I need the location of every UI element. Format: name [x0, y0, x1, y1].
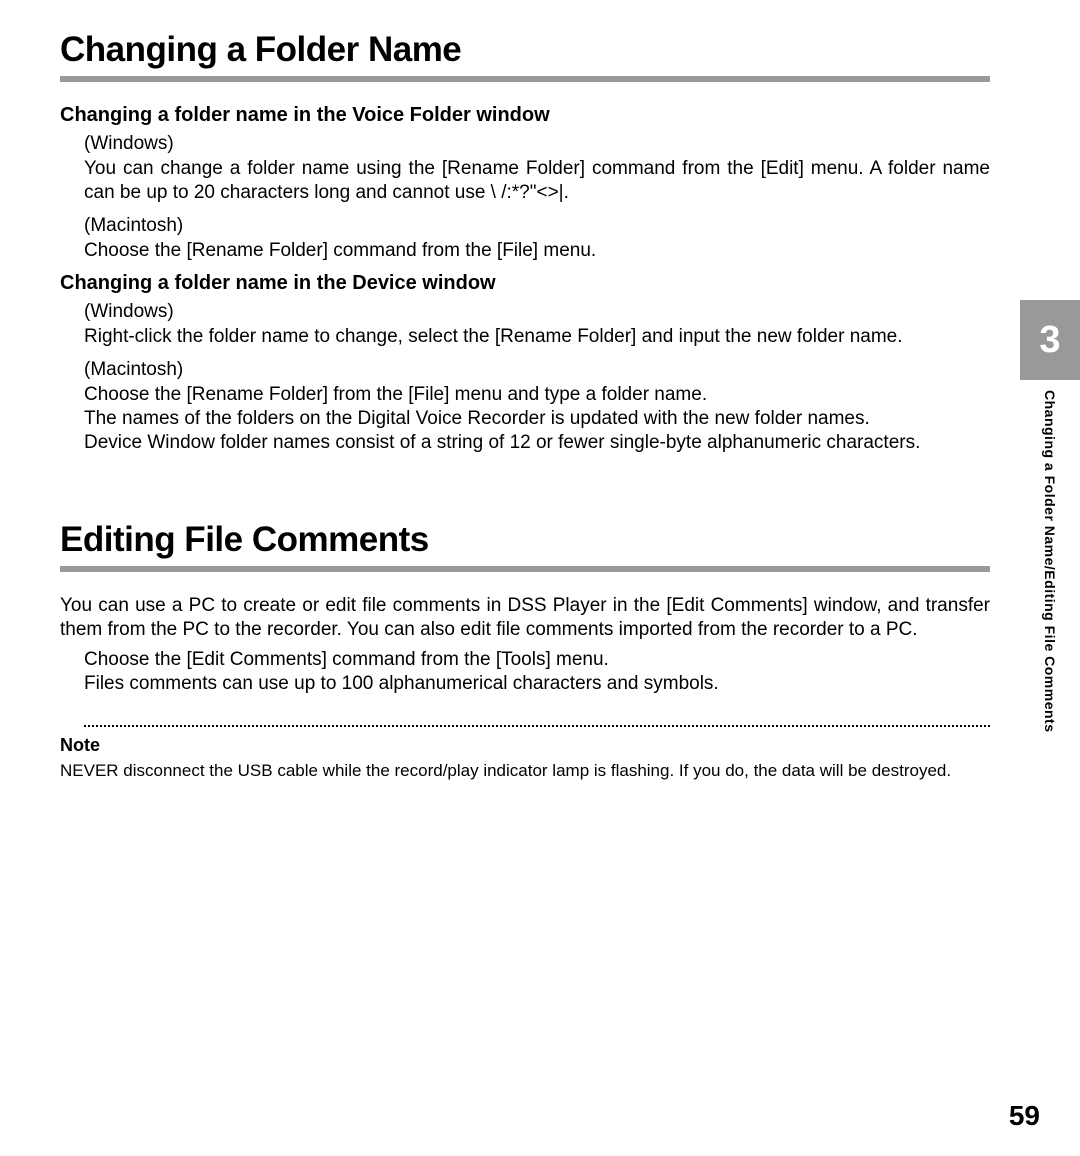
chapter-sidebar: 3 Changing a Folder Name/Editing File Co… — [1020, 300, 1080, 820]
os-label-windows-2: (Windows) — [84, 301, 990, 323]
body-text: Device Window folder names consist of a … — [84, 431, 990, 455]
divider-2 — [60, 566, 990, 572]
note-heading: Note — [60, 735, 990, 756]
note-text: NEVER disconnect the USB cable while the… — [60, 760, 990, 781]
chapter-number-box: 3 — [1020, 300, 1080, 380]
subsection-heading-device: Changing a folder name in the Device win… — [60, 272, 990, 295]
dotted-divider — [84, 725, 990, 727]
body-text: Choose the [Edit Comments] command from … — [84, 648, 990, 672]
body-text: You can change a folder name using the [… — [84, 157, 990, 205]
chapter-label-vertical: Changing a Folder Name/Editing File Comm… — [1042, 390, 1058, 732]
os-label-windows-1: (Windows) — [84, 133, 990, 155]
intro-paragraph: You can use a PC to create or edit file … — [60, 594, 990, 642]
body-text: The names of the folders on the Digital … — [84, 407, 990, 431]
body-text: Files comments can use up to 100 alphanu… — [84, 672, 990, 696]
body-text: Choose the [Rename Folder] command from … — [84, 239, 990, 263]
section-title-1: Changing a Folder Name — [60, 30, 990, 70]
body-text: Choose the [Rename Folder] from the [Fil… — [84, 383, 990, 407]
os-label-macintosh-1: (Macintosh) — [84, 215, 990, 237]
section-title-2: Editing File Comments — [60, 520, 990, 560]
body-text: Right-click the folder name to change, s… — [84, 325, 990, 349]
subsection-heading-voice-folder: Changing a folder name in the Voice Fold… — [60, 104, 990, 127]
os-label-macintosh-2: (Macintosh) — [84, 359, 990, 381]
divider-1 — [60, 76, 990, 82]
page-number: 59 — [1009, 1100, 1040, 1132]
